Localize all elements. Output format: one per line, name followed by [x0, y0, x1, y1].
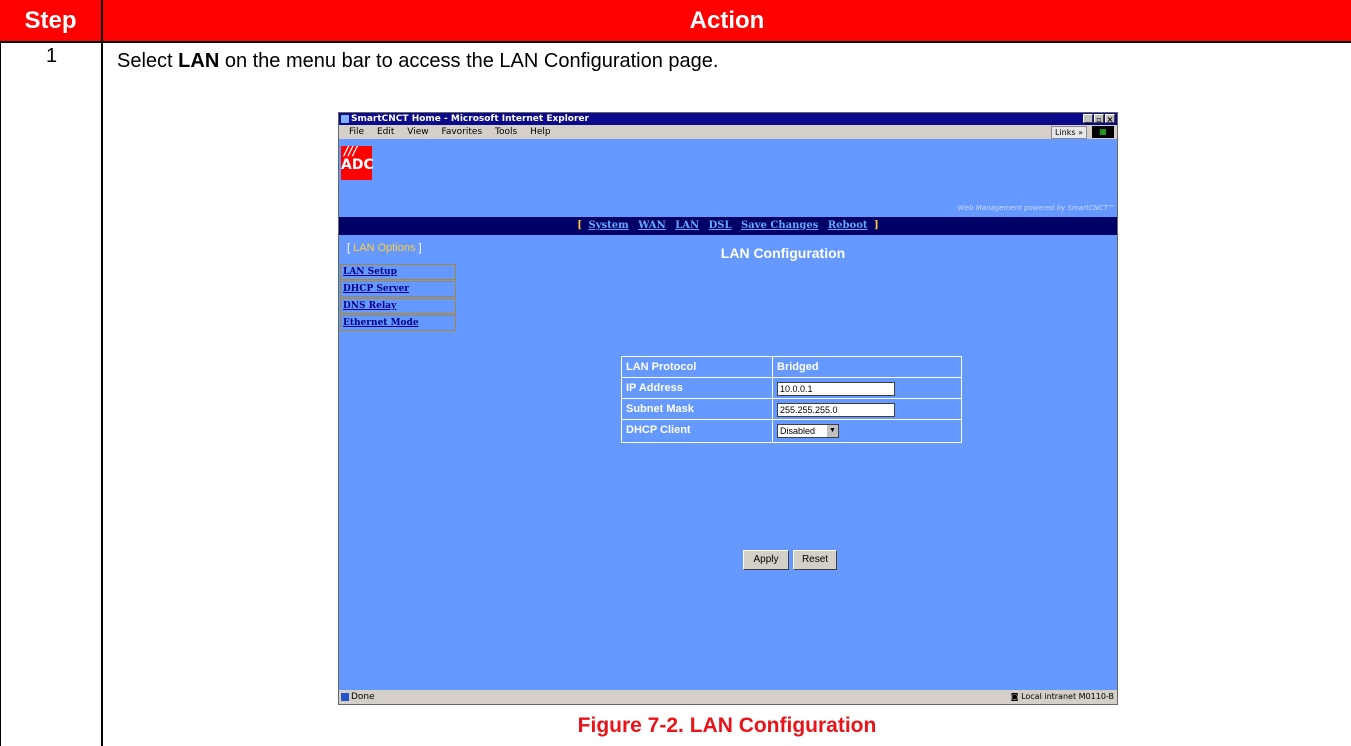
close-icon[interactable]: × — [1105, 114, 1115, 124]
lan-protocol-label: LAN Protocol — [622, 357, 773, 377]
instruction-text: Select LAN on the menu bar to access the… — [117, 50, 718, 73]
subnet-mask-label: Subnet Mask — [622, 399, 773, 419]
nav-reboot[interactable]: Reboot — [828, 220, 868, 231]
ip-address-label: IP Address — [622, 378, 773, 398]
zone-text: Local intranet — [1021, 692, 1077, 701]
minimize-icon[interactable]: _ — [1083, 114, 1093, 124]
sidebar-item-dns-relay[interactable]: DNS Relay — [340, 298, 456, 314]
subnet-mask-input[interactable]: 255.255.255.0 — [777, 403, 895, 417]
action-header: Action — [103, 0, 1351, 43]
status-text: Done — [351, 692, 375, 702]
instruction-bold: LAN — [178, 50, 220, 72]
nav-wan[interactable]: WAN — [638, 220, 666, 231]
nav-dsl[interactable]: DSL — [709, 220, 732, 231]
ip-address-cell: 10.0.0.1 — [773, 378, 961, 398]
window-title: SmartCNCT Home - Microsoft Internet Expl… — [351, 114, 589, 124]
top-nav: [ System WAN LAN DSL Save Changes Reboot… — [339, 217, 1117, 235]
page-title: LAN Configuration — [720, 245, 846, 261]
instruction-before: Select — [117, 50, 179, 72]
sidebar: LAN Setup DHCP Server DNS Relay Ethernet… — [340, 264, 456, 332]
lan-protocol-value: Bridged — [777, 361, 819, 373]
dhcp-client-cell: Disabled ▼ — [773, 420, 961, 442]
intranet-icon: ◙ — [1010, 692, 1022, 701]
sidebar-item-lan-setup[interactable]: LAN Setup — [340, 264, 456, 280]
reset-button[interactable]: Reset — [793, 550, 837, 570]
zone-indicator: ◙ Local intranet M0110-B — [1011, 691, 1114, 703]
sidebar-item-dhcp-server[interactable]: DHCP Server — [340, 281, 456, 297]
step-number: 1 — [45, 45, 58, 67]
window-controls: _ ▫ × — [1083, 114, 1115, 124]
menu-edit[interactable]: Edit — [377, 127, 394, 137]
menu-view[interactable]: View — [407, 127, 428, 137]
browser-statusbar: Done ◙ Local intranet M0110-B — [339, 690, 1117, 704]
step-column — [0, 43, 103, 746]
step-header: Step — [0, 0, 103, 43]
browser-titlebar: SmartCNCT Home - Microsoft Internet Expl… — [339, 113, 1117, 125]
nav-system[interactable]: System — [589, 220, 629, 231]
browser-window: SmartCNCT Home - Microsoft Internet Expl… — [338, 112, 1118, 705]
menu-tools[interactable]: Tools — [495, 127, 517, 137]
logo-mark: /// — [344, 144, 358, 158]
dhcp-client-select[interactable]: Disabled ▼ — [777, 424, 839, 438]
form-row-dhcp: DHCP Client Disabled ▼ — [622, 420, 961, 442]
form-row-protocol: LAN Protocol Bridged — [622, 357, 961, 378]
page-done-icon — [341, 693, 349, 701]
nav-bracket-close: ] — [873, 220, 879, 231]
windows-logo-icon: ▦ — [1092, 126, 1114, 138]
chevron-down-icon[interactable]: ▼ — [827, 425, 838, 437]
dhcp-client-value: Disabled — [780, 426, 816, 436]
adc-logo: /// ADC — [341, 144, 374, 180]
apply-button[interactable]: Apply — [743, 550, 789, 570]
ie-icon — [341, 115, 349, 123]
menu-help[interactable]: Help — [530, 127, 551, 137]
instruction-after: on the menu bar to access the LAN Config… — [219, 50, 719, 72]
form-row-subnet: Subnet Mask 255.255.255.0 — [622, 399, 961, 420]
nav-lan[interactable]: LAN — [675, 220, 699, 231]
subnet-mask-cell: 255.255.255.0 — [773, 399, 961, 419]
procedure-table: Step Action 1 Select LAN on the menu bar… — [0, 0, 1351, 746]
nav-bracket-open: [ — [577, 220, 583, 231]
menu-favorites[interactable]: Favorites — [441, 127, 482, 137]
nav-save-changes[interactable]: Save Changes — [741, 220, 818, 231]
figure-caption: Figure 7-2. LAN Configuration — [577, 714, 877, 737]
form-row-ip: IP Address 10.0.0.1 — [622, 378, 961, 399]
figure-id: M0110-B — [1078, 692, 1114, 701]
maximize-icon[interactable]: ▫ — [1094, 114, 1104, 124]
powered-by-text: Web Management powered by SmartCNCT™ — [957, 204, 1115, 212]
dhcp-client-label: DHCP Client — [622, 420, 773, 442]
lan-config-form: LAN Protocol Bridged IP Address 10.0.0.1… — [621, 356, 962, 443]
browser-menubar: File Edit View Favorites Tools Help Link… — [339, 125, 1117, 139]
links-button[interactable]: Links » — [1051, 126, 1087, 139]
ip-address-input[interactable]: 10.0.0.1 — [777, 382, 895, 396]
sidebar-item-ethernet-mode[interactable]: Ethernet Mode — [340, 315, 456, 331]
